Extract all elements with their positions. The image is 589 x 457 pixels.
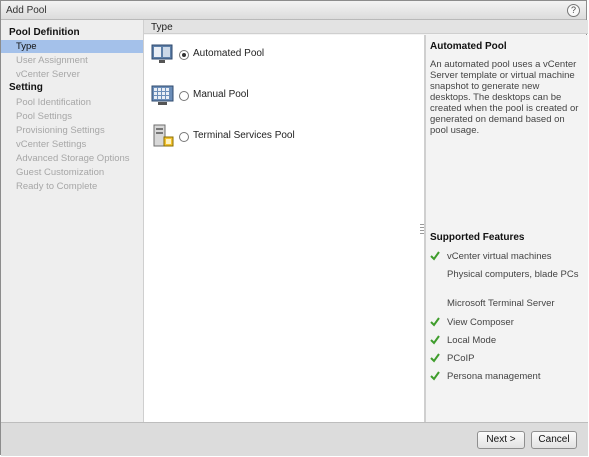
option-terminal-services-pool[interactable]: Terminal Services Pool <box>151 124 331 148</box>
nav-section-pool-definition: Pool Definition <box>9 27 80 38</box>
type-header-label: Type <box>151 22 173 33</box>
option-automated-pool[interactable]: Automated Pool <box>151 42 311 66</box>
nav-item-vcenter-settings: vCenter Settings <box>16 139 87 150</box>
details-description: An automated pool uses a vCenter Server … <box>430 59 579 136</box>
automated-pool-label: Automated Pool <box>193 48 265 59</box>
feature-label: Physical computers, blade PCs <box>447 269 579 280</box>
details-title: Automated Pool <box>430 41 507 52</box>
manual-pool-icon <box>151 85 174 105</box>
nav-item-ready-to-complete: Ready to Complete <box>16 181 98 192</box>
nav-item-user-assignment: User Assignment <box>16 55 88 66</box>
wizard-nav: Pool Definition Type User Assignment vCe… <box>1 20 144 422</box>
check-icon <box>430 371 440 381</box>
cancel-button[interactable]: Cancel <box>531 431 577 449</box>
feature-label: Microsoft Terminal Server <box>447 298 555 309</box>
feature-label: PCoIP <box>447 353 475 364</box>
next-button[interactable]: Next > <box>477 431 525 449</box>
manual-pool-label: Manual Pool <box>193 89 249 100</box>
nav-section-setting: Setting <box>9 82 43 93</box>
feature-label: View Composer <box>447 317 514 328</box>
feature-label: Local Mode <box>447 335 497 346</box>
nav-item-pool-identification: Pool Identification <box>16 97 91 108</box>
nav-item-vcenter-server: vCenter Server <box>16 69 80 80</box>
automated-pool-radio[interactable] <box>179 50 189 60</box>
window-title: Add Pool <box>6 5 47 16</box>
add-pool-dialog: Add Pool ? Pool Definition Type User Ass… <box>0 0 588 456</box>
automated-pool-icon <box>151 44 173 63</box>
splitter-grip-icon[interactable] <box>420 224 424 236</box>
dialog-footer: Next > Cancel <box>1 422 588 456</box>
nav-item-pool-settings: Pool Settings <box>16 111 72 122</box>
terminal-services-icon <box>153 124 174 147</box>
pool-type-options: Automated Pool Manual Pool Terminal Serv… <box>144 35 424 422</box>
check-icon <box>430 251 440 261</box>
nav-item-guest-customization: Guest Customization <box>16 167 105 178</box>
feature-label: vCenter virtual machines <box>447 251 552 262</box>
help-button[interactable]: ? <box>567 4 580 17</box>
nav-item-type[interactable]: Type <box>1 40 143 53</box>
supported-features-title: Supported Features <box>430 232 525 243</box>
check-icon <box>430 317 440 327</box>
details-panel: Automated Pool An automated pool uses a … <box>426 35 588 422</box>
nav-item-advanced-storage-options: Advanced Storage Options <box>16 153 130 164</box>
nav-item-provisioning-settings: Provisioning Settings <box>16 125 105 136</box>
check-icon <box>430 335 440 345</box>
option-manual-pool[interactable]: Manual Pool <box>151 83 311 107</box>
terminal-services-pool-radio[interactable] <box>179 132 189 142</box>
title-bar: Add Pool ? <box>1 1 586 20</box>
terminal-services-pool-label: Terminal Services Pool <box>193 130 295 141</box>
check-icon <box>430 353 440 363</box>
type-header: Type <box>144 20 588 34</box>
feature-label: Persona management <box>447 371 541 382</box>
manual-pool-radio[interactable] <box>179 91 189 101</box>
